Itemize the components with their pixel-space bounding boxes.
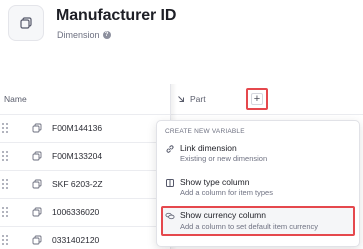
drag-handle-icon[interactable]: [2, 207, 8, 217]
help-icon[interactable]: ?: [102, 31, 111, 39]
arrow-down-right-icon: [178, 96, 184, 102]
drag-handle-icon[interactable]: [2, 123, 8, 133]
menu-item-title: Show type column: [180, 177, 250, 187]
item-icon: [31, 122, 43, 134]
menu-item-description: Add a column for item types: [180, 188, 273, 197]
column-header-part-label: Part: [190, 94, 206, 104]
menu-item-show-currency-column[interactable]: Show currency column Add a column to set…: [161, 206, 355, 236]
row-label: SKF 6203-2Z: [52, 179, 103, 189]
drag-handle-icon[interactable]: [2, 179, 8, 189]
link-icon: [165, 144, 175, 154]
menu-item-link-dimension[interactable]: Link dimension Existing or new dimension: [161, 141, 355, 167]
table-row[interactable]: SKF 6203-2Z: [0, 170, 170, 198]
page-title: Manufacturer ID: [56, 7, 177, 24]
row-label: F00M133204: [52, 151, 103, 161]
menu-item-description: Existing or new dimension: [180, 154, 268, 163]
type-column-icon: [165, 178, 175, 188]
column-header-part[interactable]: Part: [177, 94, 206, 104]
menu-item-title: Link dimension: [180, 143, 237, 153]
menu-section-label: CREATE NEW VARIABLE: [165, 128, 245, 135]
drag-handle-icon[interactable]: [2, 151, 8, 161]
item-icon: [31, 178, 43, 190]
item-icon: [31, 234, 43, 246]
table-row[interactable]: 1006336020: [0, 198, 170, 226]
plus-icon: +: [251, 93, 263, 105]
item-icon: [31, 150, 43, 162]
menu-item-show-type-column[interactable]: Show type column Add a column for item t…: [161, 175, 355, 201]
table-row[interactable]: F00M144136: [0, 114, 170, 142]
table-row[interactable]: F00M133204: [0, 142, 170, 170]
column-header-name[interactable]: Name: [4, 94, 27, 104]
page-subtitle: Dimension ?: [57, 30, 111, 40]
menu-item-title: Show currency column: [180, 210, 266, 220]
add-column-button[interactable]: +: [246, 88, 268, 110]
dimension-icon: [8, 5, 44, 41]
subtitle-label: Dimension: [57, 30, 100, 40]
create-variable-menu: CREATE NEW VARIABLE Link dimension Exist…: [156, 120, 360, 247]
menu-item-description: Add a column to set default item currenc…: [180, 222, 318, 231]
drag-handle-icon[interactable]: [2, 235, 8, 245]
item-icon: [31, 206, 43, 218]
table-row[interactable]: 0331402120: [0, 226, 170, 249]
row-label: 1006336020: [52, 207, 100, 217]
row-label: F00M144136: [52, 123, 103, 133]
currency-icon: [165, 211, 175, 221]
row-label: 0331402120: [52, 235, 100, 245]
